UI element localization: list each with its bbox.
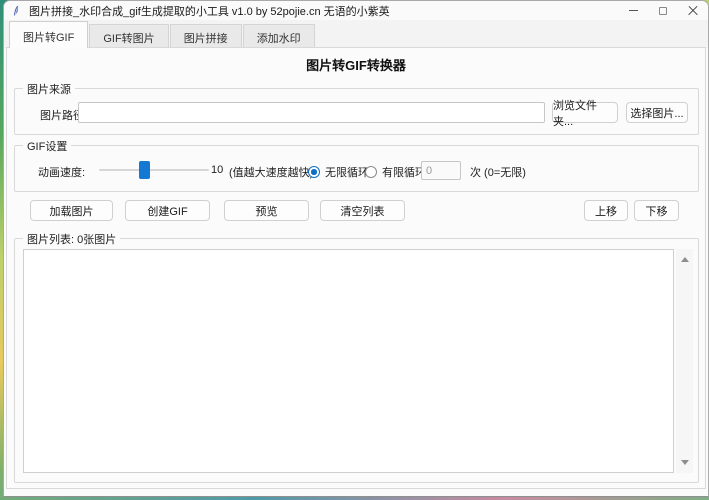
image-list-group-title: 图片列表: 0张图片 — [23, 231, 120, 247]
speed-value: 10 — [211, 164, 223, 176]
move-down-button[interactable]: 下移 — [634, 200, 679, 221]
source-group-title: 图片来源 — [23, 81, 75, 97]
tab-add-watermark[interactable]: 添加水印 — [243, 24, 315, 48]
gif-settings-groupbox: GIF设置 动画速度: 10 (值越大速度越快) 无限循环 有限循环 — [14, 145, 699, 192]
preview-button[interactable]: 预览 — [224, 200, 309, 221]
action-button-row: 加载图片 创建GIF 预览 清空列表 上移 下移 — [7, 200, 705, 221]
radio-selected-icon — [308, 166, 320, 178]
app-feather-icon — [11, 5, 23, 17]
maximize-button[interactable] — [648, 1, 678, 20]
slider-track — [99, 169, 209, 171]
image-listbox[interactable] — [23, 249, 674, 473]
image-list-groupbox: 图片列表: 0张图片 — [14, 238, 699, 483]
tab-strip: 图片转GIF GIF转图片 图片拼接 添加水印 — [4, 20, 708, 48]
title-bar[interactable]: 图片拼接_水印合成_gif生成提取的小工具 v1.0 by 52pojie.cn… — [4, 1, 708, 20]
minimize-icon — [629, 10, 638, 11]
radio-finite-loop[interactable]: 有限循环 — [365, 164, 426, 180]
infinite-loop-label: 无限循环 — [325, 164, 369, 180]
radio-infinite-loop[interactable]: 无限循环 — [308, 164, 369, 180]
slider-thumb[interactable] — [139, 161, 150, 179]
scroll-down-icon[interactable] — [681, 460, 689, 465]
create-gif-button[interactable]: 创建GIF — [125, 200, 210, 221]
close-icon — [688, 6, 698, 16]
animation-speed-label: 动画速度: — [38, 164, 85, 180]
load-images-button[interactable]: 加载图片 — [30, 200, 113, 221]
loop-count-input — [421, 161, 461, 180]
clear-list-button[interactable]: 清空列表 — [320, 200, 405, 221]
tab-content: 图片转GIF转换器 图片来源 图片路径: 浏览文件夹... 选择图片... GI… — [6, 47, 706, 489]
maximize-icon — [659, 7, 667, 15]
tab-gif-to-image[interactable]: GIF转图片 — [89, 24, 168, 48]
loop-count-suffix: 次 (0=无限) — [470, 164, 526, 180]
image-path-input[interactable] — [78, 102, 545, 123]
scroll-up-icon[interactable] — [681, 257, 689, 262]
list-scrollbar[interactable] — [676, 249, 693, 473]
source-groupbox: 图片来源 图片路径: 浏览文件夹... 选择图片... — [14, 88, 699, 135]
select-images-button[interactable]: 选择图片... — [626, 102, 688, 123]
minimize-button[interactable] — [618, 1, 648, 20]
tab-image-to-gif[interactable]: 图片转GIF — [9, 21, 88, 48]
page-title: 图片转GIF转换器 — [7, 55, 705, 74]
close-button[interactable] — [678, 1, 708, 20]
move-up-button[interactable]: 上移 — [584, 200, 628, 221]
browse-folder-button[interactable]: 浏览文件夹... — [552, 102, 618, 123]
gif-settings-group-title: GIF设置 — [23, 138, 71, 154]
window-title: 图片拼接_水印合成_gif生成提取的小工具 v1.0 by 52pojie.cn… — [29, 3, 390, 19]
tab-image-stitch[interactable]: 图片拼接 — [170, 24, 242, 48]
speed-slider[interactable] — [99, 160, 209, 180]
radio-unselected-icon — [365, 166, 377, 178]
app-window: 图片拼接_水印合成_gif生成提取的小工具 v1.0 by 52pojie.cn… — [3, 0, 709, 497]
speed-hint: (值越大速度越快) — [229, 164, 313, 180]
finite-loop-label: 有限循环 — [382, 164, 426, 180]
